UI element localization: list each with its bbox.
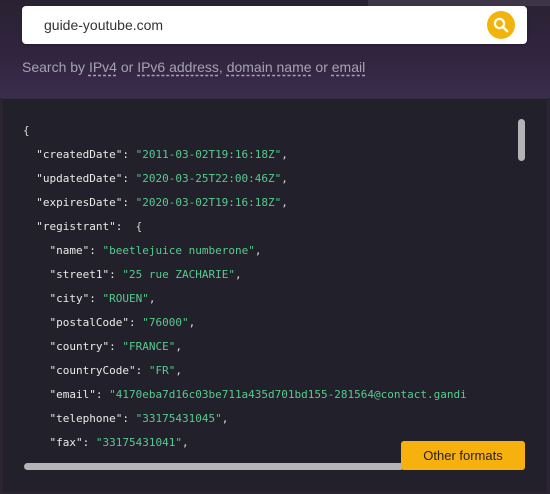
json-key: "telephone" bbox=[49, 412, 123, 425]
search-icon bbox=[493, 17, 509, 33]
json-line: "expiresDate": "2020-03-02T19:16:18Z", bbox=[36, 196, 288, 209]
json-string-value: "76000" bbox=[142, 316, 189, 329]
json-punctuation: , bbox=[254, 244, 262, 257]
json-punctuation: { bbox=[128, 220, 143, 233]
horizontal-scrollbar[interactable] bbox=[24, 463, 404, 470]
hint-comma: , bbox=[218, 59, 223, 75]
json-punctuation: , bbox=[281, 196, 288, 209]
json-line: "telephone": "33175431045", bbox=[49, 412, 229, 425]
json-string-value: "2020-03-02T19:16:18Z" bbox=[135, 196, 282, 209]
search-header: Search by IPv4 or IPv6 address, domain n… bbox=[0, 0, 550, 98]
hint-or-1: or bbox=[120, 59, 134, 75]
json-line: "city": "ROUEN", bbox=[49, 292, 156, 305]
json-line: "name": "beetlejuice numberone", bbox=[49, 244, 262, 257]
json-line: "registrant": { bbox=[36, 220, 143, 233]
json-line: "countryCode": "FR", bbox=[49, 364, 182, 377]
json-punctuation: , bbox=[281, 172, 288, 185]
json-line: "postalCode": "76000", bbox=[49, 316, 196, 329]
json-string-value: "2011-03-02T19:16:18Z" bbox=[135, 148, 282, 161]
json-string-value: "beetlejuice numberone" bbox=[102, 244, 255, 257]
json-string-value: "2020-03-25T22:00:46Z" bbox=[135, 172, 282, 185]
json-key: "countryCode" bbox=[49, 364, 136, 377]
json-string-value: "ROUEN" bbox=[102, 292, 149, 305]
json-key: "fax" bbox=[49, 436, 83, 449]
json-punctuation: , bbox=[188, 316, 196, 329]
json-string-value: "FR" bbox=[148, 364, 176, 377]
json-line: { bbox=[23, 119, 518, 143]
json-string-value: "4170eba7d16c03be711a435d701bd155-281564… bbox=[109, 388, 467, 401]
json-string-value: "FRANCE" bbox=[122, 340, 176, 353]
json-key: "email" bbox=[49, 388, 96, 401]
search-button[interactable] bbox=[487, 11, 515, 39]
json-key: "country" bbox=[49, 340, 110, 353]
json-key: "expiresDate" bbox=[36, 196, 123, 209]
json-key: "name" bbox=[49, 244, 90, 257]
json-punctuation: , bbox=[234, 268, 242, 281]
whois-lookup-page: Search by IPv4 or IPv6 address, domain n… bbox=[0, 0, 550, 494]
json-string-value: "33175431041" bbox=[95, 436, 182, 449]
json-key: "city" bbox=[49, 292, 90, 305]
json-string-value: "33175431045" bbox=[135, 412, 222, 425]
json-key: "createdDate" bbox=[36, 148, 123, 161]
search-input[interactable] bbox=[44, 6, 484, 44]
json-brace: { bbox=[23, 124, 30, 137]
ipv4-link[interactable]: IPv4 bbox=[89, 59, 117, 75]
json-punctuation: , bbox=[148, 292, 156, 305]
json-punctuation: , bbox=[175, 340, 182, 353]
ipv6-link[interactable]: IPv6 address bbox=[137, 59, 219, 75]
json-key: "registrant" bbox=[36, 220, 116, 233]
search-hint: Search by IPv4 or IPv6 address, domain n… bbox=[22, 59, 365, 75]
email-link[interactable]: email bbox=[332, 59, 365, 75]
vertical-scrollbar[interactable] bbox=[518, 119, 525, 161]
json-key: "updatedDate" bbox=[36, 172, 123, 185]
domain-name-link[interactable]: domain name bbox=[227, 59, 312, 75]
json-line: "street1": "25 rue ZACHARIE", bbox=[49, 268, 242, 281]
json-punctuation: , bbox=[221, 412, 229, 425]
json-key: "street1" bbox=[49, 268, 110, 281]
json-string-value: "25 rue ZACHARIE" bbox=[122, 268, 235, 281]
json-line: "email": "4170eba7d16c03be711a435d701bd1… bbox=[49, 388, 467, 401]
json-key: "postalCode" bbox=[49, 316, 129, 329]
json-line: "country": "FRANCE", bbox=[49, 340, 182, 353]
json-result-panel[interactable]: { "createdDate": "2011-03-02T19:16:18Z",… bbox=[3, 98, 547, 492]
json-line: "updatedDate": "2020-03-25T22:00:46Z", bbox=[36, 172, 288, 185]
hint-or-2: or bbox=[315, 59, 328, 75]
hint-prefix: Search by bbox=[22, 59, 86, 75]
json-code-block: { "createdDate": "2011-03-02T19:16:18Z",… bbox=[23, 119, 518, 449]
json-punctuation: , bbox=[175, 364, 182, 377]
json-punctuation: , bbox=[281, 148, 288, 161]
search-box bbox=[22, 6, 527, 44]
json-punctuation: , bbox=[181, 436, 189, 449]
json-line: "createdDate": "2011-03-02T19:16:18Z", bbox=[36, 148, 288, 161]
other-formats-button[interactable]: Other formats bbox=[401, 441, 525, 470]
